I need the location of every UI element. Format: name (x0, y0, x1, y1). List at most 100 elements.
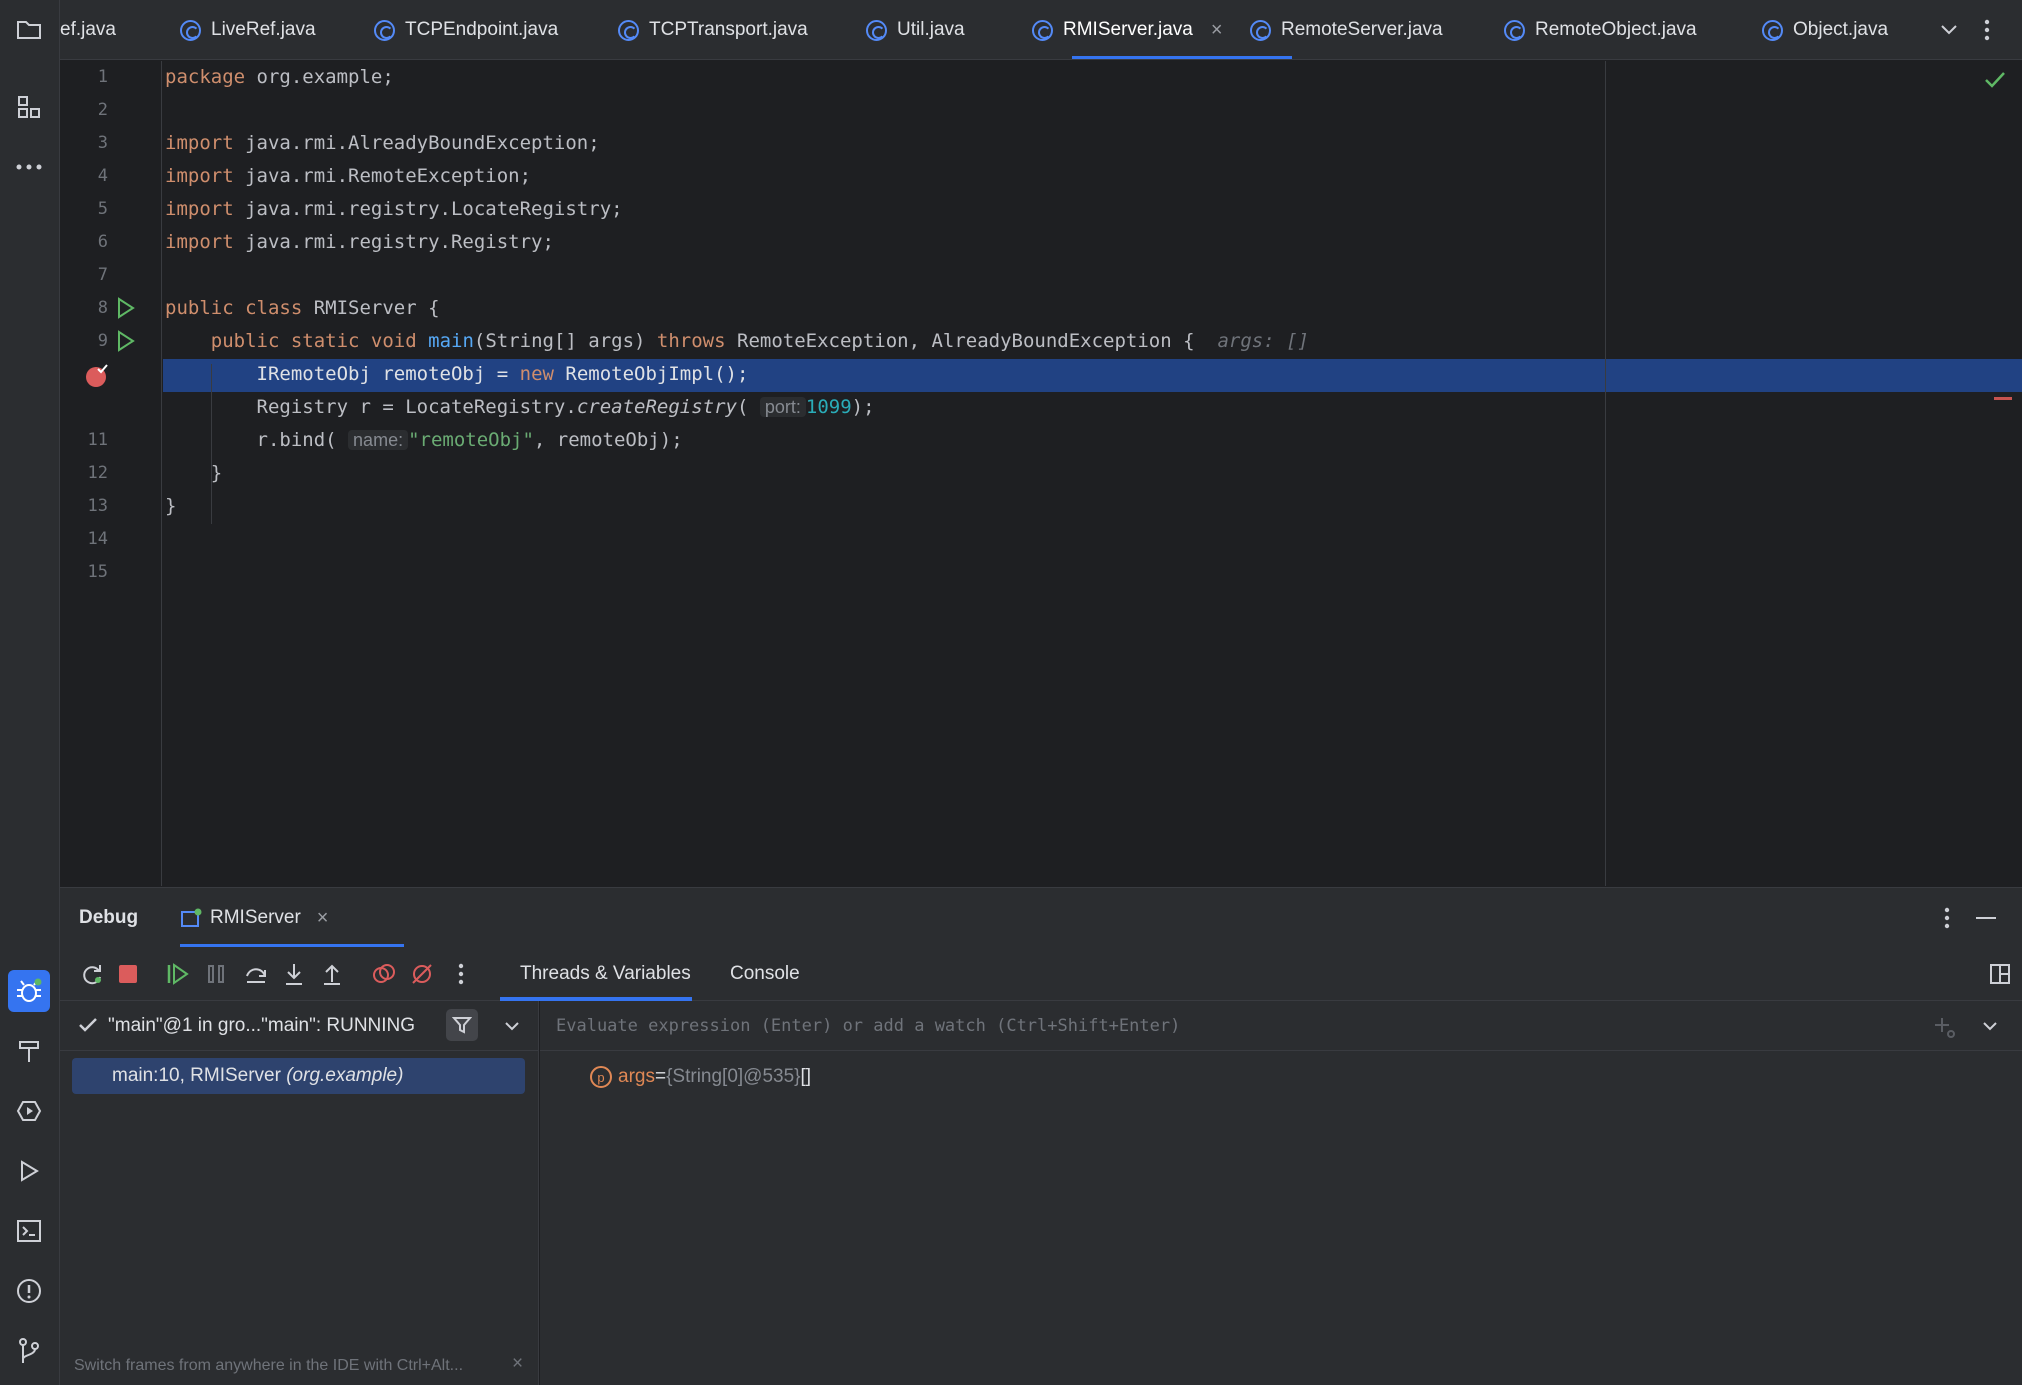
tool-window-stripe (0, 0, 60, 1385)
chevron-down-icon[interactable] (504, 1021, 520, 1031)
tab-util-java[interactable]: Util.java (866, 0, 965, 59)
line-number: 12 (87, 463, 108, 483)
editor-tab-bar: ef.java LiveRef.java TCPEndpoint.java TC… (60, 0, 2022, 60)
parameter-icon: p (590, 1066, 612, 1088)
tab-options-icon[interactable] (1984, 0, 1990, 59)
thread-dropdown[interactable]: "main"@1 in gro..."main": RUNNING (108, 1001, 415, 1051)
tab-threads-variables[interactable]: Threads & Variables (520, 947, 691, 1001)
tab-label: Util.java (897, 19, 965, 40)
tab-label: RemoteObject.java (1535, 19, 1697, 40)
tab-remoteobject-java[interactable]: RemoteObject.java (1504, 0, 1697, 59)
class-icon (1032, 19, 1053, 41)
stop-icon[interactable] (118, 947, 138, 1001)
session-tab-label: RMIServer (210, 907, 301, 928)
frames-pane: "main"@1 in gro..."main": RUNNING main:1… (60, 1001, 539, 1385)
more-actions-icon[interactable] (458, 947, 464, 1001)
tab-label: Console (730, 963, 800, 984)
view-breakpoints-icon[interactable] (372, 947, 396, 1001)
tab-label: RMIServer.java (1063, 19, 1193, 40)
code-editor[interactable]: 1 2 3 4 5 6 7 8 9 11 12 13 14 15 package… (60, 61, 2022, 886)
close-icon[interactable]: × (317, 907, 329, 930)
error-stripe-marker[interactable] (1994, 397, 2012, 400)
layout-settings-icon[interactable] (1990, 947, 2010, 1001)
tab-list-chevron-icon[interactable] (1940, 0, 1958, 59)
debug-options-icon[interactable] (1944, 907, 1950, 929)
variable-name: args (618, 1066, 655, 1087)
class-icon (1250, 19, 1271, 41)
frame-package: (org.example) (286, 1065, 404, 1086)
rerun-icon[interactable] (80, 947, 104, 1001)
terminal-icon[interactable] (8, 1210, 50, 1252)
git-branch-icon[interactable] (8, 1330, 50, 1372)
filter-icon[interactable] (446, 1009, 478, 1041)
no-problems-check-icon[interactable] (1984, 71, 2006, 89)
class-icon (1504, 19, 1525, 41)
code-line-8: public class RMIServer { (165, 297, 440, 319)
active-tab-indicator (1072, 56, 1292, 59)
line-number: 14 (87, 529, 108, 549)
check-icon (78, 1017, 98, 1033)
tab-ef-java[interactable]: ef.java (60, 0, 116, 59)
class-icon (1762, 19, 1783, 41)
tab-object-java[interactable]: Object.java (1762, 0, 1889, 59)
run-config-icon (180, 908, 202, 928)
close-icon[interactable]: × (1211, 19, 1223, 42)
resume-icon[interactable] (166, 947, 190, 1001)
code-line-11: Registry r = LocateRegistry.createRegist… (256, 396, 875, 418)
chevron-down-icon[interactable] (1982, 1021, 1998, 1031)
step-into-icon[interactable] (282, 947, 306, 1001)
run-icon[interactable] (8, 1150, 50, 1192)
mute-breakpoints-icon[interactable] (410, 947, 434, 1001)
frame-method: main:10, RMIServer (112, 1065, 281, 1086)
parameter-hint: port: (759, 397, 806, 417)
tab-tcpendpoint-java[interactable]: TCPEndpoint.java (374, 0, 559, 59)
tab-label: TCPTransport.java (649, 19, 808, 40)
line-number: 1 (97, 67, 108, 87)
tab-rmiserver-java[interactable]: RMIServer.java × (1032, 0, 1223, 59)
stack-frame-row[interactable]: main:10, RMIServer (org.example) (72, 1058, 525, 1094)
code-line-6: import java.rmi.registry.Registry; (165, 231, 554, 253)
editor-gutter[interactable]: 1 2 3 4 5 6 7 8 9 11 12 13 14 15 (60, 61, 162, 886)
minimize-icon[interactable] (1976, 917, 1996, 919)
tab-liveref-java[interactable]: LiveRef.java (180, 0, 316, 59)
step-over-icon[interactable] (244, 947, 268, 1001)
services-icon[interactable] (8, 1090, 50, 1132)
add-watch-icon[interactable] (1932, 1015, 1956, 1039)
tab-console[interactable]: Console (730, 947, 800, 1001)
session-tab-rmiserver[interactable]: RMIServer × (180, 888, 328, 948)
line-number: 7 (97, 265, 108, 285)
problems-icon[interactable] (8, 1270, 50, 1312)
line-number: 9 (97, 331, 108, 351)
debug-bug-icon[interactable] (8, 970, 50, 1012)
tab-label: ef.java (60, 19, 116, 40)
step-out-icon[interactable] (320, 947, 344, 1001)
class-icon (618, 19, 639, 41)
variable-row-args[interactable]: p args = {String[0]@535} [] (590, 1061, 811, 1093)
code-line-4: import java.rmi.RemoteException; (165, 165, 532, 187)
tab-label: Threads & Variables (520, 963, 691, 984)
line-number: 15 (87, 562, 108, 582)
line-number: 13 (87, 496, 108, 516)
project-folder-icon[interactable] (8, 8, 50, 50)
close-icon[interactable]: × (512, 1353, 523, 1375)
pause-icon[interactable] (206, 947, 226, 1001)
more-tools-icon[interactable] (8, 146, 50, 188)
breakpoint-icon[interactable] (85, 363, 111, 389)
tab-label: LiveRef.java (211, 19, 316, 40)
tab-label: RemoteServer.java (1281, 19, 1443, 40)
parameter-hint: name: (348, 430, 409, 450)
build-hammer-icon[interactable] (8, 1030, 50, 1072)
code-line-12: r.bind( name: "remoteObj", remoteObj); (256, 429, 683, 451)
thread-selector-row: "main"@1 in gro..."main": RUNNING (60, 1001, 539, 1051)
run-gutter-icon[interactable] (116, 330, 136, 352)
tab-label: TCPEndpoint.java (405, 19, 559, 40)
evaluate-expression-input[interactable]: Evaluate expression (Enter) or add a wat… (556, 1001, 1180, 1051)
structure-icon[interactable] (8, 86, 50, 128)
tab-remoteserver-java[interactable]: RemoteServer.java (1250, 0, 1443, 59)
run-gutter-icon[interactable] (116, 297, 136, 319)
line-number: 11 (87, 430, 108, 450)
tab-label: Object.java (1793, 19, 1889, 40)
frames-hint-text: Switch frames from anywhere in the IDE w… (74, 1357, 464, 1374)
tab-tcptransport-java[interactable]: TCPTransport.java (618, 0, 808, 59)
class-icon (374, 19, 395, 41)
